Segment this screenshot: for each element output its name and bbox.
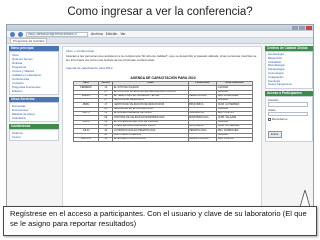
cell-responsible: DRA. CASTRO (216, 136, 253, 143)
web-page: Menú principal Inicio Quienes Somos Noticia… (7, 44, 313, 211)
agenda-body: FEBRERO 13 EL SITIO DE CALIDAD CALIDAD 27 EL … (72, 85, 253, 143)
sidebar-link[interactable]: Enlaces (12, 89, 56, 93)
close-icon[interactable] (306, 26, 312, 30)
menu-item-file[interactable]: Archivo (91, 32, 103, 36)
panel-header: Centros de Calidad Clínica (265, 46, 313, 51)
sidebar-link[interactable]: Correo (12, 135, 56, 139)
login-button[interactable]: Entrar (268, 130, 282, 138)
maximize-icon[interactable] (292, 26, 298, 30)
username-input[interactable] (268, 102, 308, 107)
password-input[interactable] (268, 111, 308, 117)
remember-checkbox[interactable] (268, 117, 271, 121)
panel-body: Inicio Quienes Somos Noticias Programas Curs… (9, 51, 59, 95)
browser-screenshot: http://www.programacalidad.cl Archivo Ed… (6, 24, 314, 212)
cell-program: PARASITOLOGÍA (187, 136, 218, 143)
cell-month: AGOSTO (72, 136, 100, 143)
panel-body: Teléfono Correo (9, 129, 59, 141)
sidebar-link[interactable]: Calendario (12, 116, 56, 120)
remember-me[interactable]: Recordarme (268, 117, 310, 121)
menu-item-edit[interactable]: Edición (106, 32, 118, 36)
slide-title: Como ingresar a ver la conferencia? (67, 6, 253, 18)
agenda-link[interactable]: Agenda de capacitación para 2010 (63, 65, 261, 71)
table-row: AGOSTO 14 EL EXAMEN COPROLÓGICO PARASITOLOG… (72, 136, 253, 143)
agenda-table-block: AGENDA DE CAPACITACIÓN PARA 2010 MES FEC… (72, 76, 253, 143)
login-form: Usuario Clave Recordarme Entrar (265, 96, 313, 143)
main-content: Inicio » Conferencias Gracias a las pers… (62, 46, 262, 211)
browser-toolbar: http://www.programacalidad.cl Archivo Ed… (7, 31, 313, 38)
right-sidebar: Centros de Calidad Clínica Hematología Bi… (265, 46, 313, 143)
callout-pointer-icon (300, 190, 310, 207)
intro-text: Gracias a las personas que asistieron a … (66, 54, 257, 62)
left-sidebar: Menú principal Inicio Quienes Somos Noticia… (9, 46, 59, 141)
menu-item-view[interactable]: Ver (120, 32, 125, 36)
tab-active[interactable]: Programa de Calidad (10, 38, 48, 43)
cell-topic: EL EXAMEN COPROLÓGICO (112, 136, 189, 143)
address-bar[interactable]: http://www.programacalidad.cl (26, 31, 88, 37)
quality-centers-list: Hematología Bioquímica Urianálisis Microbio… (265, 51, 313, 90)
quality-center-link[interactable]: Gases Sanguíneos (268, 83, 310, 87)
callout-box: Regístrese en el acceso a participantes.… (3, 206, 317, 236)
back-arrow-icon[interactable] (10, 31, 15, 37)
forward-arrow-icon[interactable] (18, 31, 23, 37)
panel-body: Encuestas Documentos Material de Apoyo Cale… (9, 102, 59, 122)
remember-label: Recordarme (272, 117, 288, 122)
cell-date: 14 (98, 136, 114, 143)
minimize-icon[interactable] (299, 26, 305, 30)
agenda-table: MES FECHA TEMA PROGRAMA RESPONSABLE FEBR… (72, 80, 253, 143)
